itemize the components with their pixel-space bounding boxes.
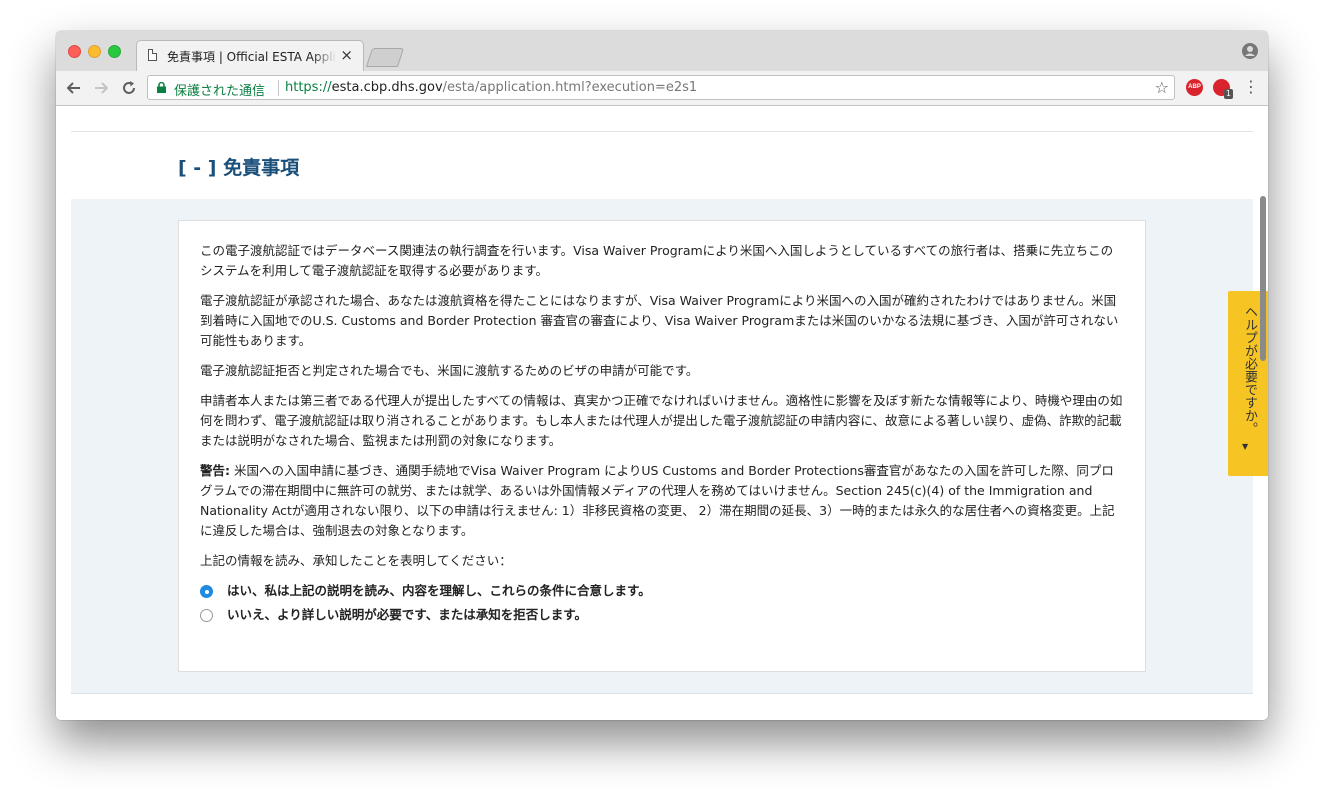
close-window-button[interactable] — [68, 45, 81, 58]
url-path: /esta/application.html?execution=e2s1 — [442, 80, 698, 95]
warning-label: 警告: — [200, 463, 230, 478]
extension-badge: 1 — [1223, 89, 1233, 99]
browser-window: 免責事項 | Official ESTA Application × 保護され — [56, 31, 1268, 720]
profile-icon[interactable] — [1242, 43, 1258, 59]
menu-dots-icon[interactable]: ⋮ — [1243, 78, 1259, 96]
tab-title: 免責事項 | Official ESTA Application — [167, 50, 337, 64]
adblock-plus-extension-icon[interactable]: ABP — [1186, 79, 1203, 96]
disclaimer-panel: この電子渡航認証ではデータベース関連法の執行調査を行います。Visa Waive… — [71, 199, 1253, 694]
url-separator — [278, 80, 279, 96]
lock-icon — [157, 82, 166, 93]
secure-connection-label[interactable]: 保護された通信 — [174, 80, 265, 99]
section-title[interactable]: [ - ] 免責事項 — [178, 153, 299, 180]
ghostery-extension-icon[interactable]: 1 — [1213, 79, 1233, 99]
browser-toolbar: 保護された通信 https://esta.cbp.dhs.gov/esta/ap… — [56, 71, 1268, 106]
disclaimer-paragraph: 電子渡航認証が承認された場合、あなたは渡航資格を得たことにはなりますが、Visa… — [200, 293, 1119, 348]
reload-icon[interactable] — [120, 79, 138, 97]
url-host: esta.cbp.dhs.gov — [331, 80, 443, 95]
tab-strip: 免責事項 | Official ESTA Application × — [56, 31, 1268, 72]
disclaimer-paragraph: 電子渡航認証拒否と判定された場合でも、米国に渡航するためのビザの申請が可能です。 — [200, 363, 699, 378]
forward-arrow-icon[interactable] — [92, 79, 110, 97]
disclaimer-card: この電子渡航認証ではデータベース関連法の執行調査を行います。Visa Waive… — [178, 220, 1146, 672]
url-text[interactable]: https://esta.cbp.dhs.gov/esta/applicatio… — [285, 80, 697, 95]
decline-option[interactable]: いいえ、より詳しい説明が必要です、または承知を拒否します。 — [200, 605, 1125, 629]
decline-radio[interactable] — [200, 609, 213, 622]
back-arrow-icon[interactable] — [65, 79, 83, 97]
agree-option[interactable]: はい、私は上記の説明を読み、内容を理解し、これらの条件に合意します。 — [200, 581, 1125, 605]
disclaimer-body: この電子渡航認証ではデータベース関連法の執行調査を行います。Visa Waive… — [200, 241, 1125, 629]
disclaimer-paragraph: 申請者本人または第三者である代理人が提出したすべての情報は、真実かつ正確でなけれ… — [200, 393, 1123, 448]
zoom-window-button[interactable] — [108, 45, 121, 58]
new-tab-button[interactable] — [365, 48, 405, 67]
agree-label[interactable]: はい、私は上記の説明を読み、内容を理解し、これらの条件に合意します。 — [227, 581, 651, 601]
acknowledge-prompt: 上記の情報を読み、承知したことを表明してください： — [200, 553, 512, 568]
page-icon — [148, 49, 157, 61]
web-page: [ - ] 免責事項 この電子渡航認証ではデータベース関連法の執行調査を行います… — [56, 106, 1268, 720]
decline-label[interactable]: いいえ、より詳しい説明が必要です、または承知を拒否します。 — [227, 605, 587, 625]
help-arrow-icon: ▼ — [1242, 442, 1249, 451]
bookmark-star-icon[interactable]: ☆ — [1155, 78, 1169, 97]
disclaimer-paragraph: この電子渡航認証ではデータベース関連法の執行調査を行います。Visa Waive… — [200, 243, 1114, 278]
warning-paragraph: 警告: 米国への入国申請に基づき、通関手続地でVisa Waiver Progr… — [200, 461, 1125, 541]
scrollbar-thumb[interactable] — [1260, 196, 1266, 361]
help-tab-label: ヘルプが必要ですか。 — [1242, 305, 1257, 435]
address-bar[interactable]: 保護された通信 https://esta.cbp.dhs.gov/esta/ap… — [147, 75, 1175, 100]
url-scheme: https:// — [285, 80, 332, 95]
agree-radio[interactable] — [200, 585, 213, 598]
tab-close-icon[interactable]: × — [340, 46, 353, 64]
warning-text: 米国への入国申請に基づき、通関手続地でVisa Waiver Program に… — [200, 463, 1115, 538]
top-divider — [71, 131, 1253, 132]
tab-active[interactable]: 免責事項 | Official ESTA Application × — [136, 40, 364, 71]
minimize-window-button[interactable] — [88, 45, 101, 58]
